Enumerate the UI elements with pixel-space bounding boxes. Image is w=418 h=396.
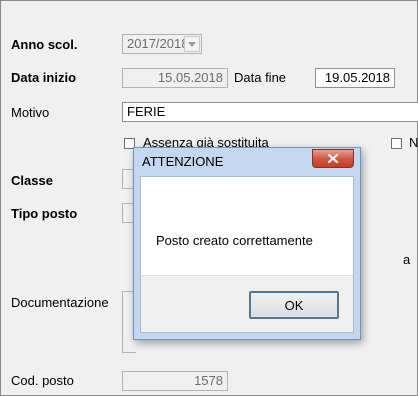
ok-button[interactable]: OK (249, 291, 339, 319)
motivo-label: Motivo (11, 105, 50, 120)
dialog-footer: OK (141, 275, 353, 332)
dialog-message: Posto creato correttamente (156, 233, 313, 248)
tipo-posto-label: Tipo posto (11, 206, 78, 221)
cod-posto-field: 1578 (122, 371, 228, 391)
dialog-body: Posto creato correttamente OK (140, 176, 354, 333)
anno-scol-label: Anno scol. (11, 37, 78, 52)
n-checkbox-label: N (409, 135, 418, 150)
data-fine-label: Data fine (234, 70, 287, 85)
attenzione-dialog: ATTENZIONE Posto creato correttamente OK (133, 147, 361, 340)
cod-posto-label: Cod. posto (11, 373, 74, 388)
data-inizio-field[interactable]: 15.05.2018 (122, 68, 228, 88)
anno-scol-value: 2017/2018 (127, 36, 189, 51)
close-icon[interactable] (312, 149, 354, 168)
anno-scol-select[interactable]: 2017/2018 (122, 34, 202, 54)
n-checkbox[interactable] (391, 138, 402, 149)
motivo-field[interactable]: FERIE (122, 102, 418, 122)
classe-label: Classe (11, 173, 53, 188)
chevron-down-icon[interactable] (184, 36, 200, 52)
cut-field-label: a (403, 252, 411, 267)
data-inizio-label: Data inizio (11, 70, 77, 85)
data-fine-field[interactable]: 19.05.2018 (315, 68, 395, 88)
documentazione-label: Documentazione (11, 295, 109, 310)
